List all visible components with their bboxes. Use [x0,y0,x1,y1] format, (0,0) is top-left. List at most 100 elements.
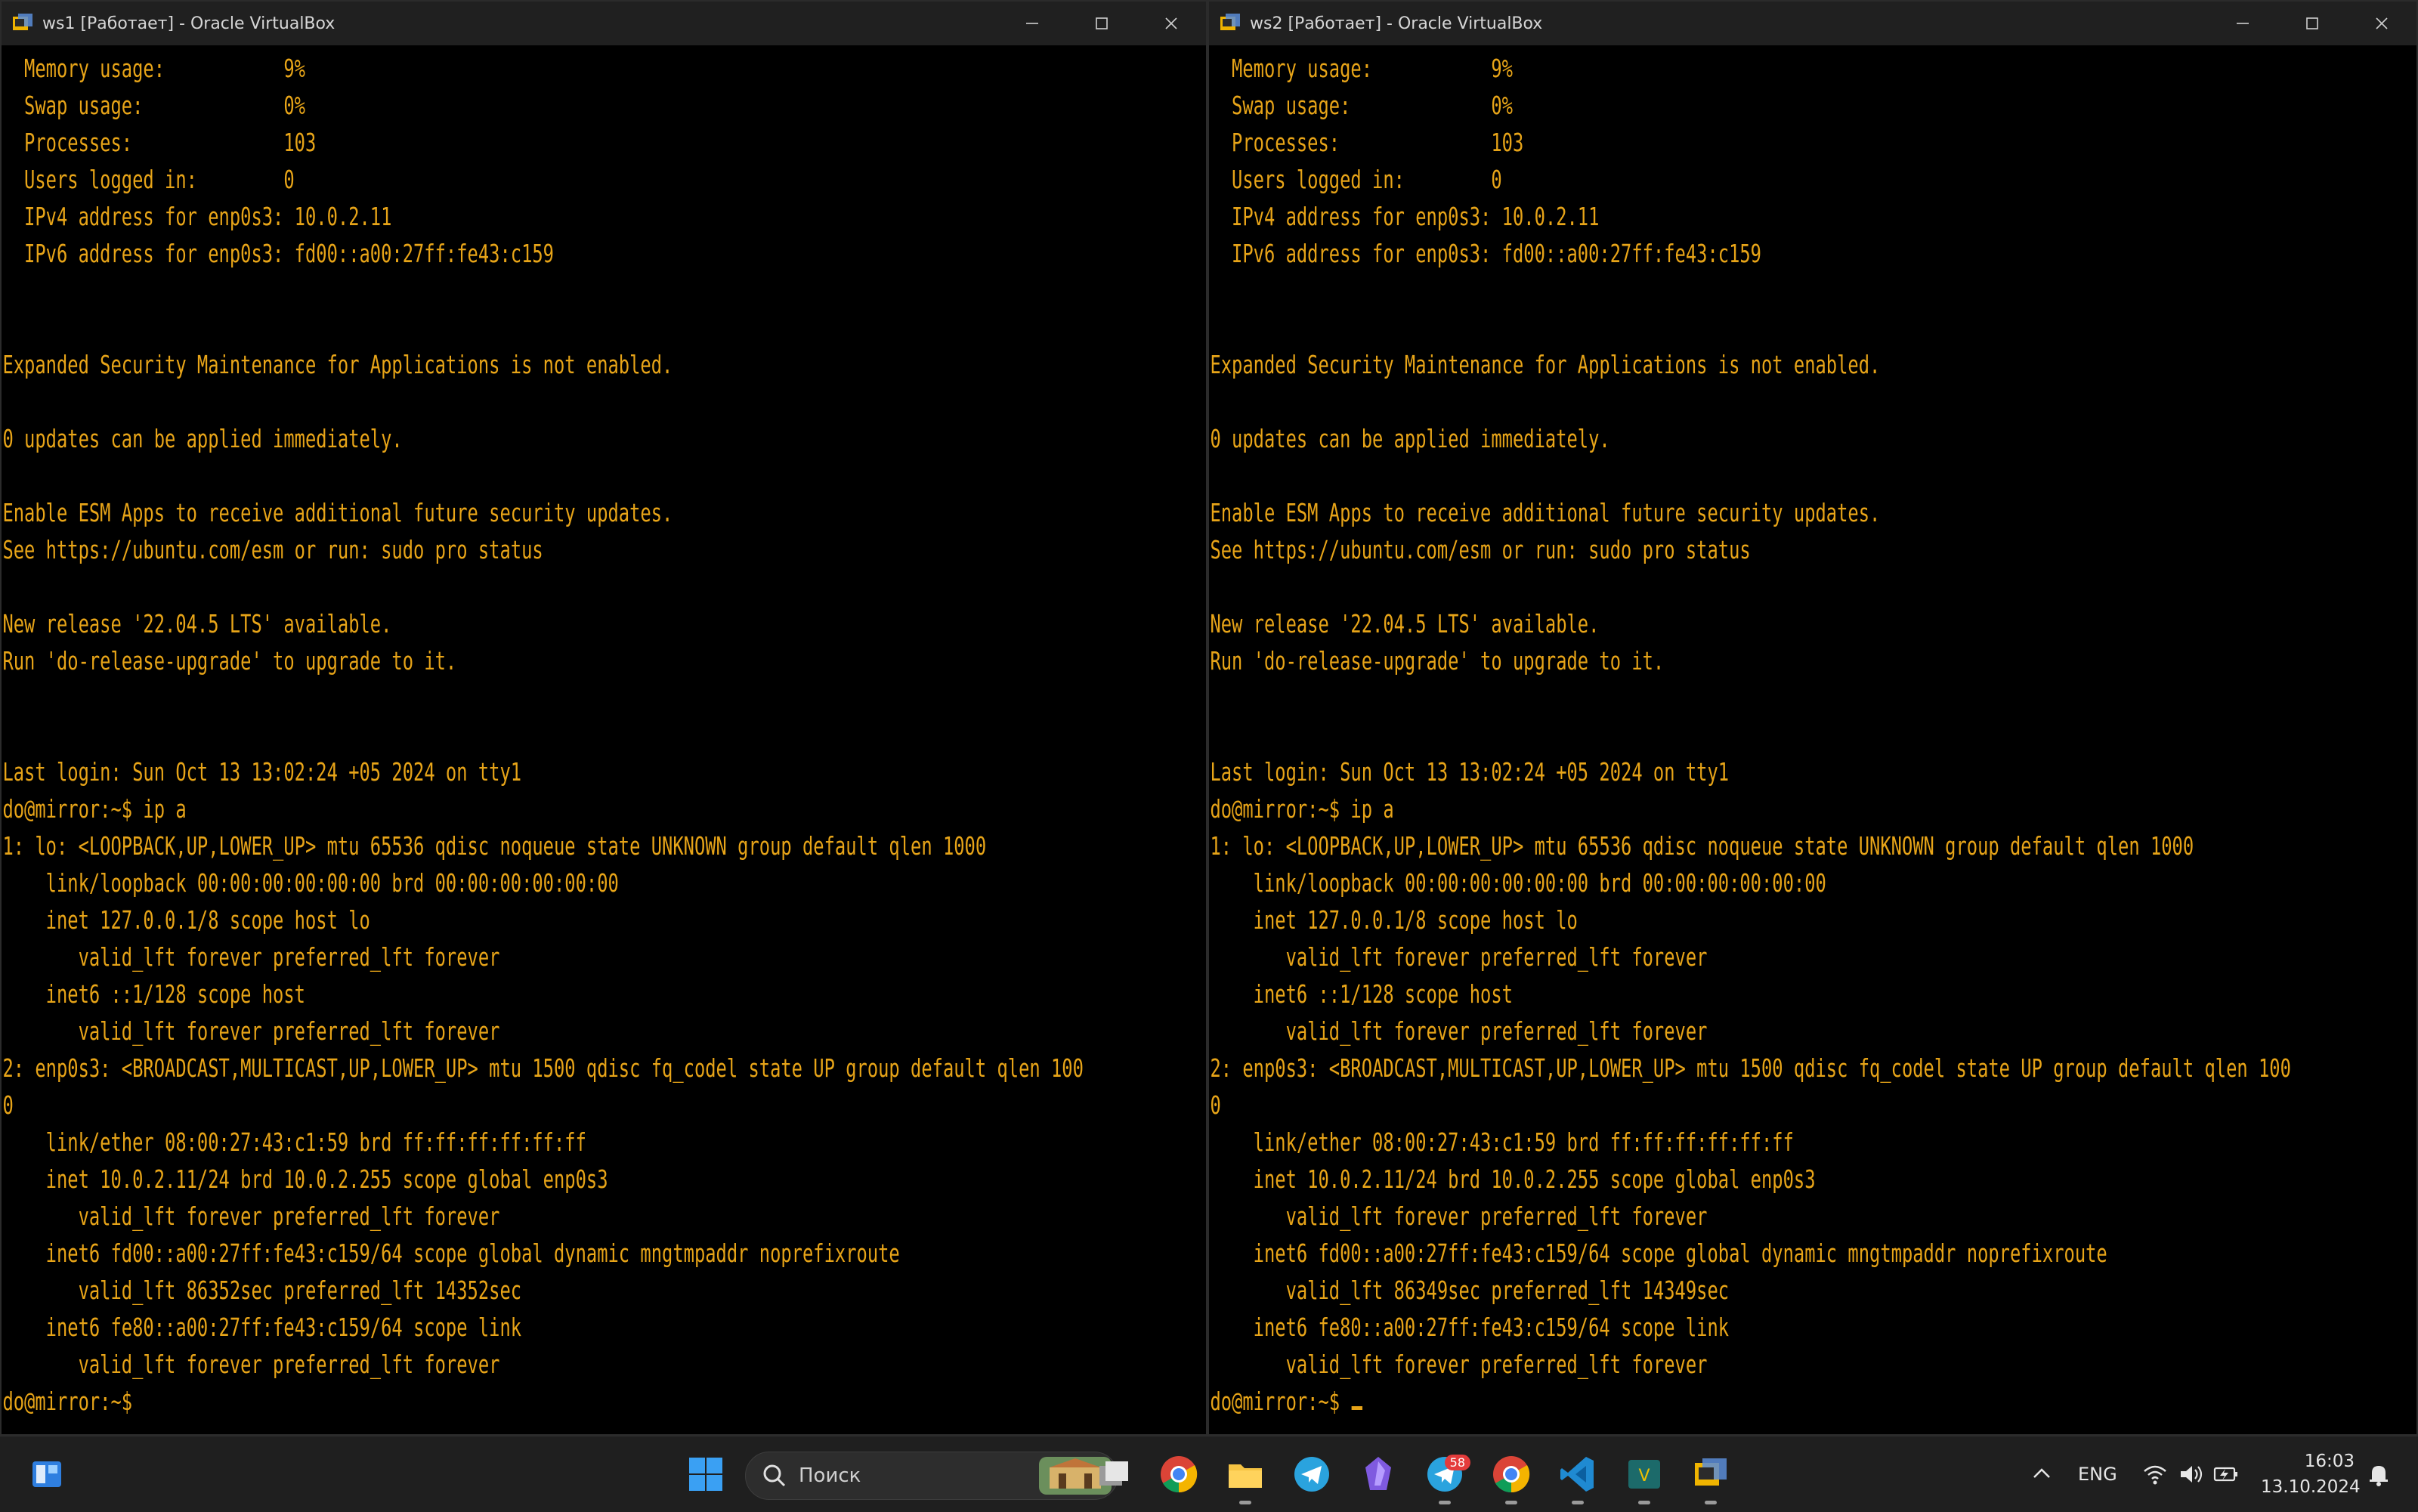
terminal-line: 0 [2,1090,14,1120]
taskbar-virtualbox-manager[interactable]: V [1620,1450,1668,1504]
virtualbox-window-ws2[interactable]: ws2 [Работает] - Oracle VirtualBox Memor… [1207,0,2418,1436]
terminal-line: Enable ESM Apps to receive additional fu… [1210,498,1881,527]
terminal-line: 2: enp0s3: <BROADCAST,MULTICAST,UP,LOWER… [2,1053,1084,1083]
taskbar-telegram-2[interactable]: 58 [1421,1450,1470,1504]
task-view-icon [1099,1461,1128,1486]
terminal-line: Enable ESM Apps to receive additional fu… [2,498,673,527]
start-button[interactable] [682,1450,730,1498]
running-indicator [1572,1501,1584,1504]
widgets-button[interactable] [23,1450,71,1498]
terminal-line: do@mirror:~$ [2,1387,133,1416]
terminal-line: valid_lft forever preferred_lft forever [1210,1350,1708,1379]
minimize-button[interactable] [2208,2,2277,45]
vm-screen[interactable]: Memory usage: 9% Swap usage: 0% Processe… [2,45,1206,1434]
taskbar-chrome[interactable] [1155,1450,1203,1498]
terminal-line: New release '22.04.5 LTS' available. [1210,609,1600,639]
terminal-line: valid_lft forever preferred_lft forever [1210,942,1708,972]
obsidian-icon [1365,1457,1391,1490]
terminal-line: link/ether 08:00:27:43:c1:59 brd ff:ff:f… [2,1127,586,1157]
title-bar[interactable]: ws1 [Работает] - Oracle VirtualBox [2,2,1206,45]
running-indicator [1239,1501,1251,1504]
terminal-line: Processes: 103 [1210,128,1524,157]
terminal-line: inet 10.0.2.11/24 brd 10.0.2.255 scope g… [2,1164,608,1194]
running-indicator [1705,1501,1717,1504]
close-button[interactable] [2347,2,2416,45]
taskbar-obsidian[interactable] [1354,1450,1402,1498]
terminal-line: inet 127.0.0.1/8 scope host lo [2,905,370,935]
notifications-button[interactable] [2365,1461,2392,1488]
terminal-line: inet6 fd00::a00:27ff:fe43:c159/64 scope … [2,1238,900,1268]
search-icon [763,1464,786,1487]
terminal-line: inet6 ::1/128 scope host [1210,979,1513,1009]
terminal-line: 1: lo: <LOOPBACK,UP,LOWER_UP> mtu 65536 … [1210,831,2194,861]
terminal-line: Last login: Sun Oct 13 13:02:24 +05 2024… [1210,757,1730,787]
terminal-line: do@mirror:~$ ip a [1210,794,1394,824]
terminal-line: inet 127.0.0.1/8 scope host lo [1210,905,1578,935]
clock-date[interactable]: 13.10.2024 [2261,1477,2361,1497]
minimize-button[interactable] [997,2,1067,45]
chrome-icon [1161,1456,1198,1493]
chevron-up-icon [2033,1468,2050,1478]
taskbar-vscode[interactable] [1554,1450,1602,1504]
terminal-line: do@mirror:~$ ip a [2,794,187,824]
taskbar-search[interactable]: Поиск [745,1452,1118,1500]
terminal-line: IPv6 address for enp0s3: fd00::a00:27ff:… [2,239,554,268]
minimize-icon [2237,23,2249,24]
notification-badge: 58 [1444,1455,1470,1470]
chrome-icon [1493,1456,1530,1493]
clock-time[interactable]: 16:03 [2267,1452,2355,1471]
speaker-icon [2181,1466,2203,1483]
terminal-line: valid_lft forever preferred_lft forever [1210,1016,1708,1046]
title-bar[interactable]: ws2 [Работает] - Oracle VirtualBox [1209,2,2416,45]
window-title: ws1 [Работает] - Oracle VirtualBox [42,14,335,33]
terminal-line: Memory usage: 9% [2,54,305,83]
terminal-line: do@mirror:~$ [1210,1387,1351,1416]
language-indicator[interactable]: ENG [2078,1464,2117,1485]
terminal-output: Memory usage: 9% Swap usage: 0% Processe… [2,45,1083,1420]
bell-icon [2370,1466,2388,1486]
minimize-icon [1026,23,1038,24]
terminal-line: Expanded Security Maintenance for Applic… [1210,350,1881,379]
maximize-icon [1096,17,1108,29]
terminal-line: inet6 fe80::a00:27ff:fe43:c159/64 scope … [1210,1313,1730,1342]
terminal-line: 0 updates can be applied immediately. [2,424,403,453]
taskbar-virtualbox-vm[interactable] [1687,1450,1735,1504]
terminal-line: Expanded Security Maintenance for Applic… [2,350,673,379]
terminal-line: valid_lft 86352sec preferred_lft 14352se… [2,1275,522,1305]
svg-text:V: V [1638,1467,1650,1486]
terminal-line: IPv6 address for enp0s3: fd00::a00:27ff:… [1210,239,1761,268]
show-hidden-icons-button[interactable] [2028,1461,2055,1488]
taskbar-telegram[interactable] [1288,1450,1336,1498]
battery-status[interactable] [2212,1461,2240,1488]
wifi-icon [2144,1465,2166,1485]
terminal-line: valid_lft forever preferred_lft forever [2,942,500,972]
terminal-line: inet6 fd00::a00:27ff:fe43:c159/64 scope … [1210,1238,2107,1268]
maximize-button[interactable] [2277,2,2347,45]
terminal-line: Run 'do-release-upgrade' to upgrade to i… [2,646,457,676]
virtualbox-icon [1695,1458,1727,1486]
terminal-line: See https://ubuntu.com/esm or run: sudo … [1210,535,1751,564]
terminal-line: valid_lft forever preferred_lft forever [2,1016,500,1046]
window-title: ws2 [Работает] - Oracle VirtualBox [1250,14,1543,33]
terminal-line: Memory usage: 9% [1210,54,1513,83]
virtualbox-window-ws1[interactable]: ws1 [Работает] - Oracle VirtualBox Memor… [0,0,1207,1436]
terminal-line: valid_lft forever preferred_lft forever [1210,1201,1708,1231]
close-button[interactable] [1136,2,1206,45]
task-view-button[interactable] [1090,1450,1138,1498]
maximize-icon [2306,17,2318,29]
terminal-line: Swap usage: 0% [1210,91,1513,120]
maximize-button[interactable] [1067,2,1136,45]
taskbar-chrome-2[interactable] [1487,1450,1535,1504]
taskbar-file-explorer[interactable] [1221,1450,1269,1504]
terminal-line: link/loopback 00:00:00:00:00:00 brd 00:0… [1210,868,1826,898]
terminal-line: 2: enp0s3: <BROADCAST,MULTICAST,UP,LOWER… [1210,1053,2291,1083]
vm-screen[interactable]: Memory usage: 9% Swap usage: 0% Processe… [1209,45,2416,1434]
running-indicator [1505,1501,1517,1504]
volume-status[interactable] [2178,1461,2205,1488]
terminal-line: Swap usage: 0% [2,91,305,120]
virtualbox-icon [11,11,35,36]
terminal-line: link/loopback 00:00:00:00:00:00 brd 00:0… [2,868,619,898]
search-placeholder: Поиск [799,1464,861,1487]
wifi-status[interactable] [2141,1461,2169,1488]
telegram-icon [1294,1457,1329,1492]
